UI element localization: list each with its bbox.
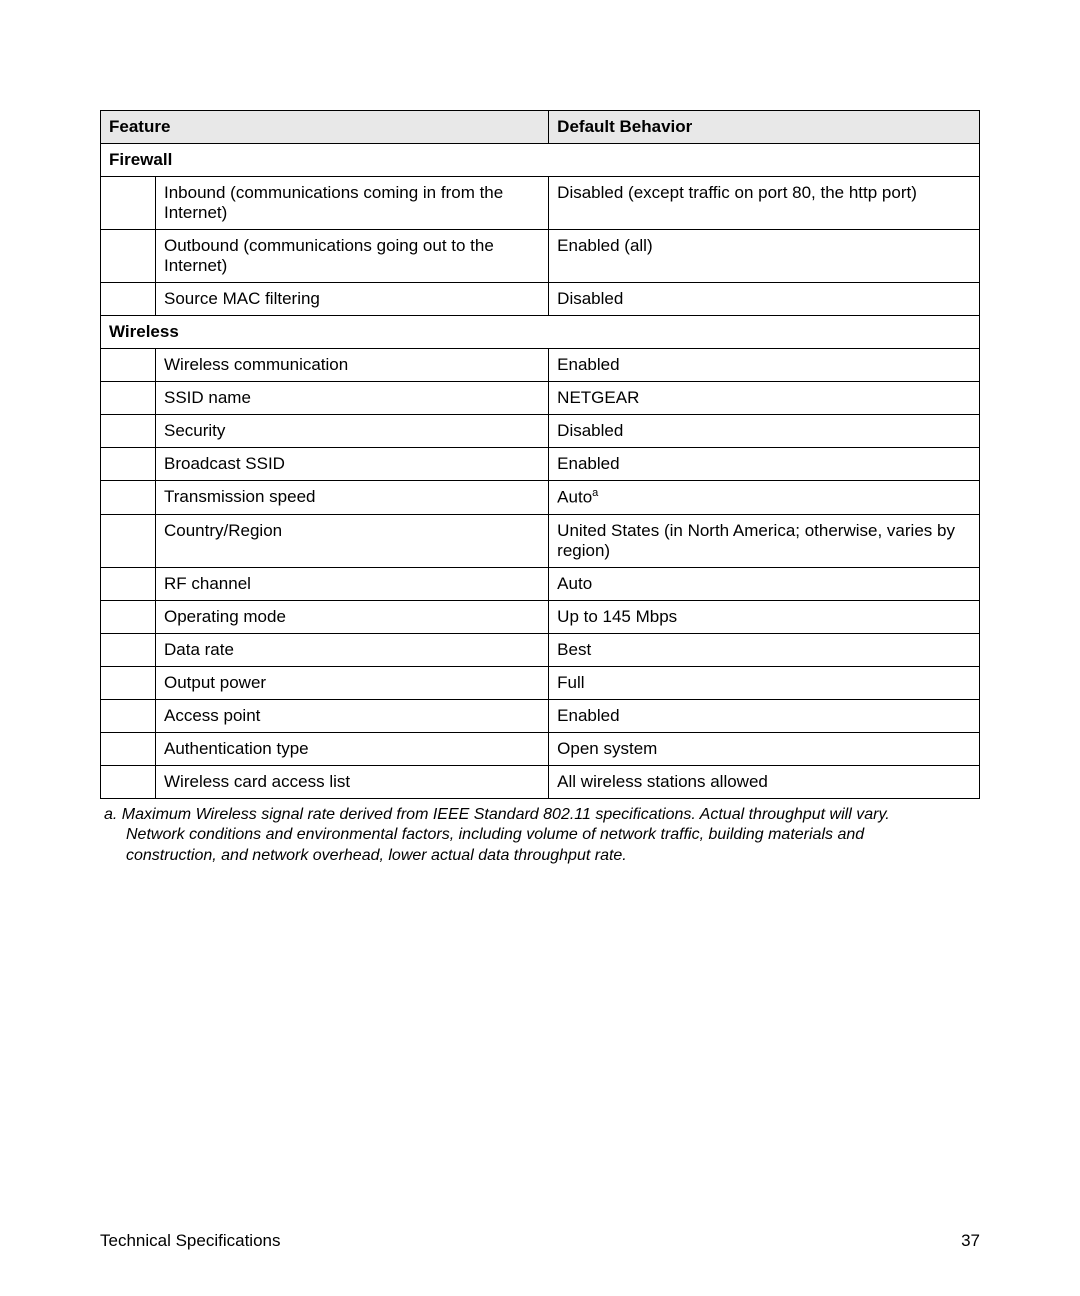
table-row: Transmission speed Autoa [101, 481, 980, 515]
value-cell: NETGEAR [549, 382, 980, 415]
feature-cell: Inbound (communications coming in from t… [156, 177, 549, 230]
feature-cell: Data rate [156, 633, 549, 666]
value-cell: Enabled [549, 448, 980, 481]
table-row: Source MAC filtering Disabled [101, 283, 980, 316]
value-cell: Auto [549, 567, 980, 600]
table-row: SSID name NETGEAR [101, 382, 980, 415]
indent-cell [101, 349, 156, 382]
value-cell: Autoa [549, 481, 980, 515]
table-row: Access point Enabled [101, 699, 980, 732]
table-row: Output power Full [101, 666, 980, 699]
indent-cell [101, 448, 156, 481]
table-row: Security Disabled [101, 415, 980, 448]
value-cell: Disabled (except traffic on port 80, the… [549, 177, 980, 230]
feature-cell: Security [156, 415, 549, 448]
feature-cell: Broadcast SSID [156, 448, 549, 481]
table-row: Wireless card access list All wireless s… [101, 765, 980, 798]
feature-cell: Output power [156, 666, 549, 699]
indent-cell [101, 230, 156, 283]
feature-cell: Source MAC filtering [156, 283, 549, 316]
footnote: a. Maximum Wireless signal rate derived … [100, 805, 980, 867]
section-firewall: Firewall [101, 144, 980, 177]
table-row: Outbound (communications going out to th… [101, 230, 980, 283]
indent-cell [101, 567, 156, 600]
indent-cell [101, 514, 156, 567]
footnote-line2: Network conditions and environmental fac… [104, 825, 980, 846]
footnote-line1: Maximum Wireless signal rate derived fro… [122, 806, 890, 823]
value-cell: Enabled (all) [549, 230, 980, 283]
indent-cell [101, 732, 156, 765]
table-row: Broadcast SSID Enabled [101, 448, 980, 481]
footnote-line3: construction, and network overhead, lowe… [104, 846, 980, 867]
footer-left: Technical Specifications [100, 1231, 280, 1251]
footnote-marker: a. [104, 806, 117, 823]
page-footer: Technical Specifications 37 [100, 1231, 980, 1251]
value-cell: United States (in North America; otherwi… [549, 514, 980, 567]
value-cell: Best [549, 633, 980, 666]
indent-cell [101, 382, 156, 415]
header-feature: Feature [101, 111, 549, 144]
specifications-table: Feature Default Behavior Firewall Inboun… [100, 110, 980, 799]
table-row: Wireless communication Enabled [101, 349, 980, 382]
table-row: Data rate Best [101, 633, 980, 666]
value-cell: All wireless stations allowed [549, 765, 980, 798]
header-default: Default Behavior [549, 111, 980, 144]
indent-cell [101, 633, 156, 666]
indent-cell [101, 415, 156, 448]
feature-cell: RF channel [156, 567, 549, 600]
indent-cell [101, 666, 156, 699]
feature-cell: Wireless card access list [156, 765, 549, 798]
value-cell: Disabled [549, 283, 980, 316]
indent-cell [101, 600, 156, 633]
value-cell: Open system [549, 732, 980, 765]
value-cell: Enabled [549, 699, 980, 732]
feature-cell: Authentication type [156, 732, 549, 765]
indent-cell [101, 481, 156, 515]
table-row: Country/Region United States (in North A… [101, 514, 980, 567]
feature-cell: Country/Region [156, 514, 549, 567]
section-wireless: Wireless [101, 316, 980, 349]
indent-cell [101, 699, 156, 732]
table-row: Inbound (communications coming in from t… [101, 177, 980, 230]
table-row: RF channel Auto [101, 567, 980, 600]
feature-cell: SSID name [156, 382, 549, 415]
footer-page: 37 [961, 1231, 980, 1251]
value-cell: Up to 145 Mbps [549, 600, 980, 633]
value-cell: Full [549, 666, 980, 699]
feature-cell: Outbound (communications going out to th… [156, 230, 549, 283]
value-cell: Enabled [549, 349, 980, 382]
feature-cell: Access point [156, 699, 549, 732]
indent-cell [101, 283, 156, 316]
feature-cell: Transmission speed [156, 481, 549, 515]
indent-cell [101, 765, 156, 798]
feature-cell: Wireless communication [156, 349, 549, 382]
feature-cell: Operating mode [156, 600, 549, 633]
value-cell: Disabled [549, 415, 980, 448]
table-row: Authentication type Open system [101, 732, 980, 765]
table-row: Operating mode Up to 145 Mbps [101, 600, 980, 633]
indent-cell [101, 177, 156, 230]
